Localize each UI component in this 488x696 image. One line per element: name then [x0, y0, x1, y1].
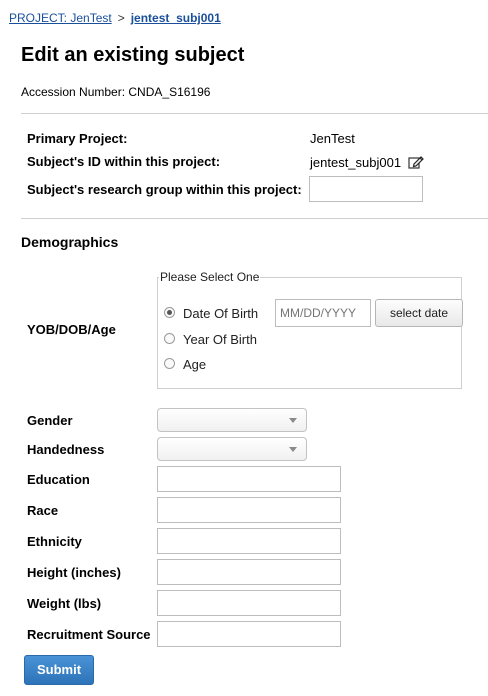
subject-id-value: jentest_subj001: [310, 155, 402, 170]
submit-button[interactable]: Submit: [24, 655, 94, 685]
breadcrumb-project-link[interactable]: PROJECT: JenTest: [9, 11, 112, 25]
handedness-label: Handedness: [27, 442, 105, 457]
chevron-down-icon: [289, 447, 297, 452]
radio-age-label: Age: [183, 357, 207, 372]
edit-pencil-icon[interactable]: [408, 155, 424, 172]
chevron-down-icon: [289, 418, 297, 423]
gender-label: Gender: [27, 413, 73, 428]
page-title: Edit an existing subject: [21, 44, 245, 66]
accession-label: Accession Number:: [21, 85, 126, 99]
divider-middle: [21, 218, 488, 219]
weight-label: Weight (lbs): [27, 596, 102, 611]
select-date-button[interactable]: select date: [375, 299, 463, 327]
accession-value: CNDA_S16196: [128, 85, 211, 99]
ethnicity-label: Ethnicity: [27, 534, 82, 549]
education-input[interactable]: [157, 466, 341, 492]
subject-id-value-wrap: jentest_subj001: [310, 155, 424, 172]
race-label: Race: [27, 503, 59, 518]
primary-project-label: Primary Project:: [27, 131, 128, 146]
recruitment-source-label: Recruitment Source: [27, 627, 151, 642]
radio-age[interactable]: [164, 358, 175, 369]
height-label: Height (inches): [27, 565, 121, 580]
subject-id-label: Subject's ID within this project:: [27, 154, 221, 169]
height-input[interactable]: [157, 559, 341, 585]
radio-date-of-birth[interactable]: [164, 307, 175, 318]
research-group-label: Subject's research group within this pro…: [27, 182, 302, 197]
breadcrumb: PROJECT: JenTest > jentest_subj001: [9, 11, 221, 25]
radio-date-of-birth-label: Date Of Birth: [183, 306, 259, 321]
date-of-birth-input[interactable]: [275, 299, 371, 327]
research-group-input[interactable]: [309, 176, 423, 202]
handedness-select[interactable]: [157, 437, 307, 461]
radio-year-of-birth[interactable]: [164, 333, 175, 344]
gender-select[interactable]: [157, 408, 307, 432]
breadcrumb-separator: >: [117, 11, 125, 25]
breadcrumb-current-subject[interactable]: jentest_subj001: [131, 11, 221, 25]
yob-dob-age-label: YOB/DOB/Age: [27, 322, 116, 337]
recruitment-source-input[interactable]: [157, 621, 341, 647]
divider-top: [21, 113, 488, 114]
primary-project-value: JenTest: [310, 131, 355, 146]
radio-year-of-birth-label: Year Of Birth: [183, 332, 257, 347]
demographics-heading: Demographics: [21, 234, 119, 250]
weight-input[interactable]: [157, 590, 341, 616]
education-label: Education: [27, 472, 90, 487]
race-input[interactable]: [157, 497, 341, 523]
birth-selection-legend: Please Select One: [159, 270, 261, 284]
ethnicity-input[interactable]: [157, 528, 341, 554]
accession-number: Accession Number: CNDA_S16196: [21, 85, 210, 99]
